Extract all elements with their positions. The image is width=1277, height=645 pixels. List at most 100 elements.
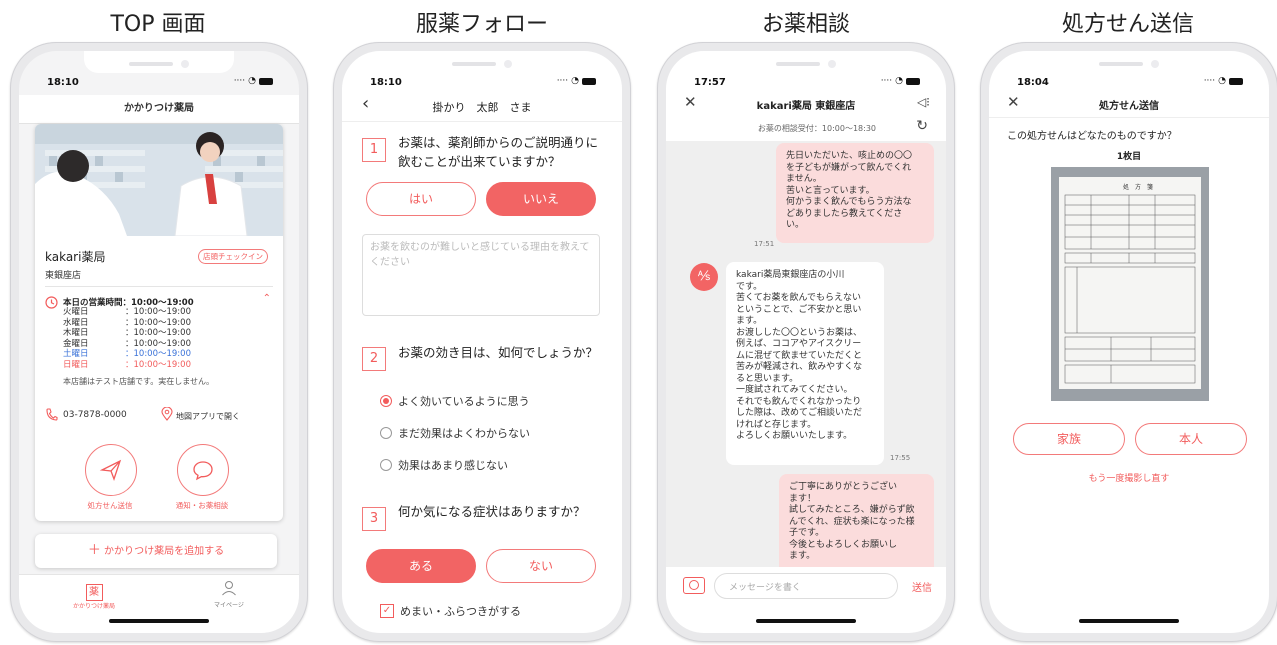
hours-row: 火曜日 ：10:00〜19:00 xyxy=(63,307,191,317)
status-time: 18:10 xyxy=(370,77,402,88)
patient-name-header: 掛かり 太郎 さま xyxy=(432,101,532,114)
hours-row: 土曜日 ：10:00〜19:00 xyxy=(63,349,191,359)
screen-top: 18:10 ···· ◔ かかりつけ薬局 kakari薬局 東銀座店 店頭チェッ… xyxy=(19,51,299,633)
checkbox-checked-icon: ✓ xyxy=(380,604,394,618)
message-user-1: 先日いただいた、咳止めの〇〇 を子どもが嫌がって飲んでくれ ません。 苦いと言っ… xyxy=(776,143,934,243)
hours-list: 火曜日 ：10:00〜19:00 水曜日 ：10:00〜19:00 木曜日 ：10:0… xyxy=(63,307,191,370)
chat-input-bar: メッセージを書く 送信 xyxy=(666,567,946,633)
tab-bar: 薬 かかりつけ薬局 マイページ xyxy=(19,574,299,633)
prescription-photo: 処 方 箋 xyxy=(1051,167,1209,401)
question-2-text: お薬の効き目は、如何でしょうか？ xyxy=(398,345,599,360)
question-1-number: 1 xyxy=(362,138,386,162)
status-time: 17:57 xyxy=(694,77,726,88)
prescription-send-label: 処方せん送信 xyxy=(87,501,133,510)
status-icons: ···· ◔ xyxy=(881,76,920,86)
chat-bubble-icon xyxy=(193,461,213,481)
reason-textarea[interactable]: お薬を飲むのが難しいと感じている理由を教えてください xyxy=(362,234,600,316)
hours-row: 木曜日 ：10:00〜19:00 xyxy=(63,328,191,338)
wifi-icon: ◔ xyxy=(571,76,579,86)
tab-home[interactable]: 薬 かかりつけ薬局 xyxy=(59,580,129,610)
send-button[interactable]: 送信 xyxy=(912,579,932,594)
camera-icon[interactable] xyxy=(683,577,705,594)
owner-question: この処方せんはどなたのものですか？ xyxy=(1007,131,1177,142)
map-pin-icon xyxy=(161,407,173,421)
status-time: 18:04 xyxy=(1017,77,1049,88)
reason-placeholder: お薬を飲むのが難しいと感じている理由を教えてください xyxy=(370,242,590,268)
symptom-no-button[interactable]: ない xyxy=(486,549,596,583)
chat-title: kakari薬局 東銀座店 xyxy=(756,101,856,112)
pharmacy-branch: 東銀座店 xyxy=(45,271,82,281)
question-2-number: 2 xyxy=(362,347,386,371)
hours-row: 金曜日 ：10:00〜19:00 xyxy=(63,338,191,349)
pharmacy-name: kakari薬局 xyxy=(45,250,106,264)
divider xyxy=(45,286,273,287)
map-link[interactable]: 地図アプリで開く xyxy=(176,411,240,422)
page-count: 1枚目 xyxy=(1116,152,1142,162)
message-time: 17:55 xyxy=(890,454,911,462)
medicine-icon: 薬 xyxy=(85,584,103,601)
status-icons: ···· ◔ xyxy=(557,76,596,86)
screen-prescription: 18:04 ···· ◔ ✕ 処方せん送信 この処方せんはどなたのものですか？ 1… xyxy=(989,51,1269,633)
answer-yes-button[interactable]: はい xyxy=(366,182,476,216)
wifi-icon: ◔ xyxy=(895,76,903,86)
symptom-yes-button[interactable]: ある xyxy=(366,549,476,583)
message-pharmacy-1: kakari薬局東銀座店の小川 です。 苦くてお薬を飲んでもらえない ということ… xyxy=(726,262,884,465)
chevron-up-icon[interactable]: ⌃ xyxy=(263,293,271,304)
test-store-note: 本店舗はテスト店舗です。実在しません。 xyxy=(63,377,214,386)
add-pharmacy-button[interactable]: ＋ かかりつけ薬局を追加する xyxy=(35,534,277,568)
user-icon xyxy=(222,581,236,596)
paper-plane-icon xyxy=(99,459,122,481)
self-button[interactable]: 本人 xyxy=(1135,423,1247,455)
message-input[interactable]: メッセージを書く xyxy=(714,573,898,599)
page-title: 処方せん送信 xyxy=(1099,101,1159,112)
question-1-text: お薬は、薬剤師からのご説明通りに飲むことが出来ていますか？ xyxy=(398,135,599,169)
retake-link[interactable]: もう一度撮影し直す xyxy=(989,471,1269,484)
header-bar: かかりつけ薬局 xyxy=(19,95,299,124)
title-consultation: お薬相談 xyxy=(761,12,850,37)
header-divider xyxy=(342,121,622,122)
radio-option-3[interactable]: 効果はあまり感じない xyxy=(380,457,508,473)
notch xyxy=(407,51,557,73)
home-indicator xyxy=(1079,619,1179,623)
refresh-icon[interactable]: ↻ xyxy=(916,118,928,134)
message-time: 17:51 xyxy=(754,240,775,248)
phone-prescription: 18:04 ···· ◔ ✕ 処方せん送信 この処方せんはどなたのものですか？ 1… xyxy=(980,42,1277,642)
symptom-checkbox[interactable]: ✓ めまい・ふらつきがする xyxy=(380,603,521,619)
tab-home-label: かかりつけ薬局 xyxy=(72,603,116,610)
radio-option-1[interactable]: よく効いているように思う xyxy=(380,393,530,409)
battery-icon xyxy=(1229,77,1243,85)
tab-mypage[interactable]: マイページ xyxy=(194,580,264,609)
prescription-document: 処 方 箋 xyxy=(1059,177,1201,389)
phone-icon xyxy=(46,408,58,421)
pharmacy-photo xyxy=(35,124,283,236)
family-button[interactable]: 家族 xyxy=(1013,423,1125,455)
answer-no-button[interactable]: いいえ xyxy=(486,182,596,216)
header-divider xyxy=(989,117,1269,118)
prescription-doc-title: 処 方 箋 xyxy=(1123,183,1153,191)
reception-hours: お薬の相談受付：10:00〜18:30 xyxy=(757,124,876,133)
hours-row: 日曜日 ：10:00〜19:00 xyxy=(63,359,191,370)
megaphone-icon[interactable]: ◁⁝ xyxy=(917,95,930,109)
notch xyxy=(1054,51,1204,73)
add-pharmacy-label: かかりつけ薬局を追加する xyxy=(104,546,225,557)
prescription-send-button[interactable] xyxy=(85,444,137,496)
plus-icon: ＋ xyxy=(87,543,101,558)
tab-mypage-label: マイページ xyxy=(214,602,244,609)
message-placeholder: メッセージを書く xyxy=(729,583,801,593)
phone-chat: 17:57 ···· ◔ ✕ kakari薬局 東銀座店 ◁⁝ お薬の相談受付：1… xyxy=(657,42,955,642)
checkin-button[interactable]: 店頭チェックイン xyxy=(198,249,268,264)
status-time: 18:10 xyxy=(47,77,79,88)
status-icons: ···· ◔ xyxy=(234,76,273,86)
phone-number[interactable]: 03-7878-0000 xyxy=(63,410,127,420)
consult-button[interactable] xyxy=(177,444,229,496)
page-title: かかりつけ薬局 xyxy=(123,103,195,114)
title-prescription-send: 処方せん送信 xyxy=(1061,12,1194,37)
consult-label: 通知・お薬相談 xyxy=(175,501,229,510)
home-indicator xyxy=(109,619,209,623)
screen-chat: 17:57 ···· ◔ ✕ kakari薬局 東銀座店 ◁⁝ お薬の相談受付：1… xyxy=(666,51,946,633)
title-medication-follow: 服薬フォロー xyxy=(415,12,548,37)
battery-icon xyxy=(582,77,596,85)
radio-option-2[interactable]: まだ効果はよくわからない xyxy=(380,425,530,441)
hours-row: 水曜日 ：10:00〜19:00 xyxy=(63,317,191,328)
battery-icon xyxy=(906,77,920,85)
